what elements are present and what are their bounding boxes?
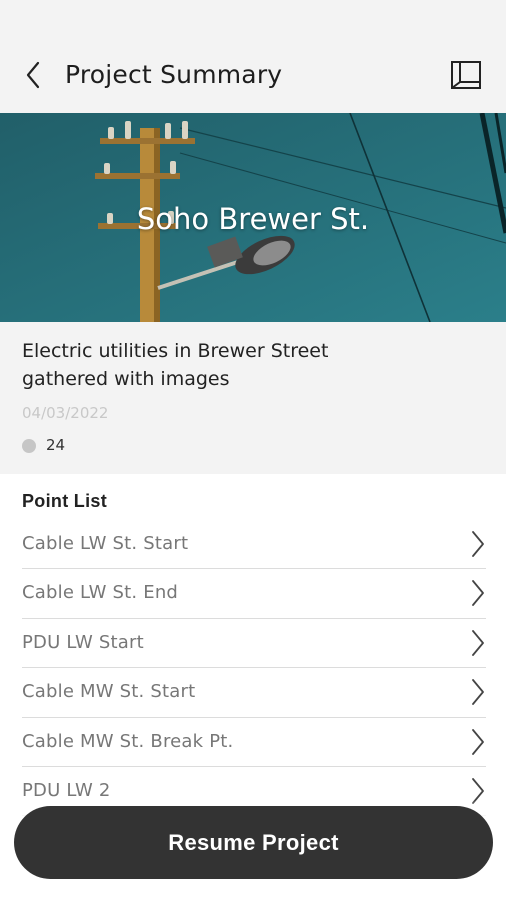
- list-item-label: Cable LW St. Start: [22, 533, 189, 554]
- list-item-label: Cable MW St. Start: [22, 681, 196, 703]
- chevron-right-icon: [472, 580, 484, 607]
- map-icon: [451, 61, 481, 89]
- point-count-dot-icon: [22, 439, 36, 453]
- list-item[interactable]: Cable MW St. Start: [22, 668, 486, 718]
- chevron-right-icon: [472, 728, 484, 755]
- list-item-label: PDU LW Start: [22, 631, 144, 653]
- map-button[interactable]: [446, 56, 486, 94]
- project-description: Electric utilities in Brewer Street gath…: [22, 340, 329, 390]
- list-item[interactable]: Cable MW St. Break Pt.: [22, 718, 486, 767]
- point-list-heading: Point List: [22, 491, 107, 511]
- list-item[interactable]: Cable LW St. End: [22, 569, 486, 619]
- back-button[interactable]: [16, 58, 50, 92]
- page-title: Project Summary: [65, 60, 283, 89]
- list-item-label: Cable LW St. End: [22, 582, 179, 604]
- list-item[interactable]: Cable LW St. Start: [22, 520, 486, 570]
- resume-project-button[interactable]: Resume Project: [14, 806, 493, 879]
- status-bar: [0, 0, 506, 38]
- chevron-right-icon: [472, 629, 484, 656]
- list-item[interactable]: PDU LW Start: [22, 619, 486, 669]
- chevron-right-icon: [472, 679, 484, 706]
- app-header: Project Summary: [0, 38, 506, 113]
- project-info: Electric utilities in Brewer Street gath…: [0, 322, 506, 474]
- point-list: Cable LW St. Start Cable LW St. End PDU …: [22, 520, 486, 817]
- list-item-label: PDU LW 2: [22, 779, 111, 801]
- project-name: Soho Brewer St.: [136, 202, 370, 236]
- chevron-right-icon: [472, 531, 484, 557]
- project-hero-image: Soho Brewer St.: [0, 113, 506, 322]
- project-date: 04/03/2022: [22, 404, 109, 422]
- chevron-left-icon: [26, 61, 40, 89]
- point-count: 24: [46, 436, 66, 454]
- list-item-label: Cable MW St. Break Pt.: [22, 730, 234, 752]
